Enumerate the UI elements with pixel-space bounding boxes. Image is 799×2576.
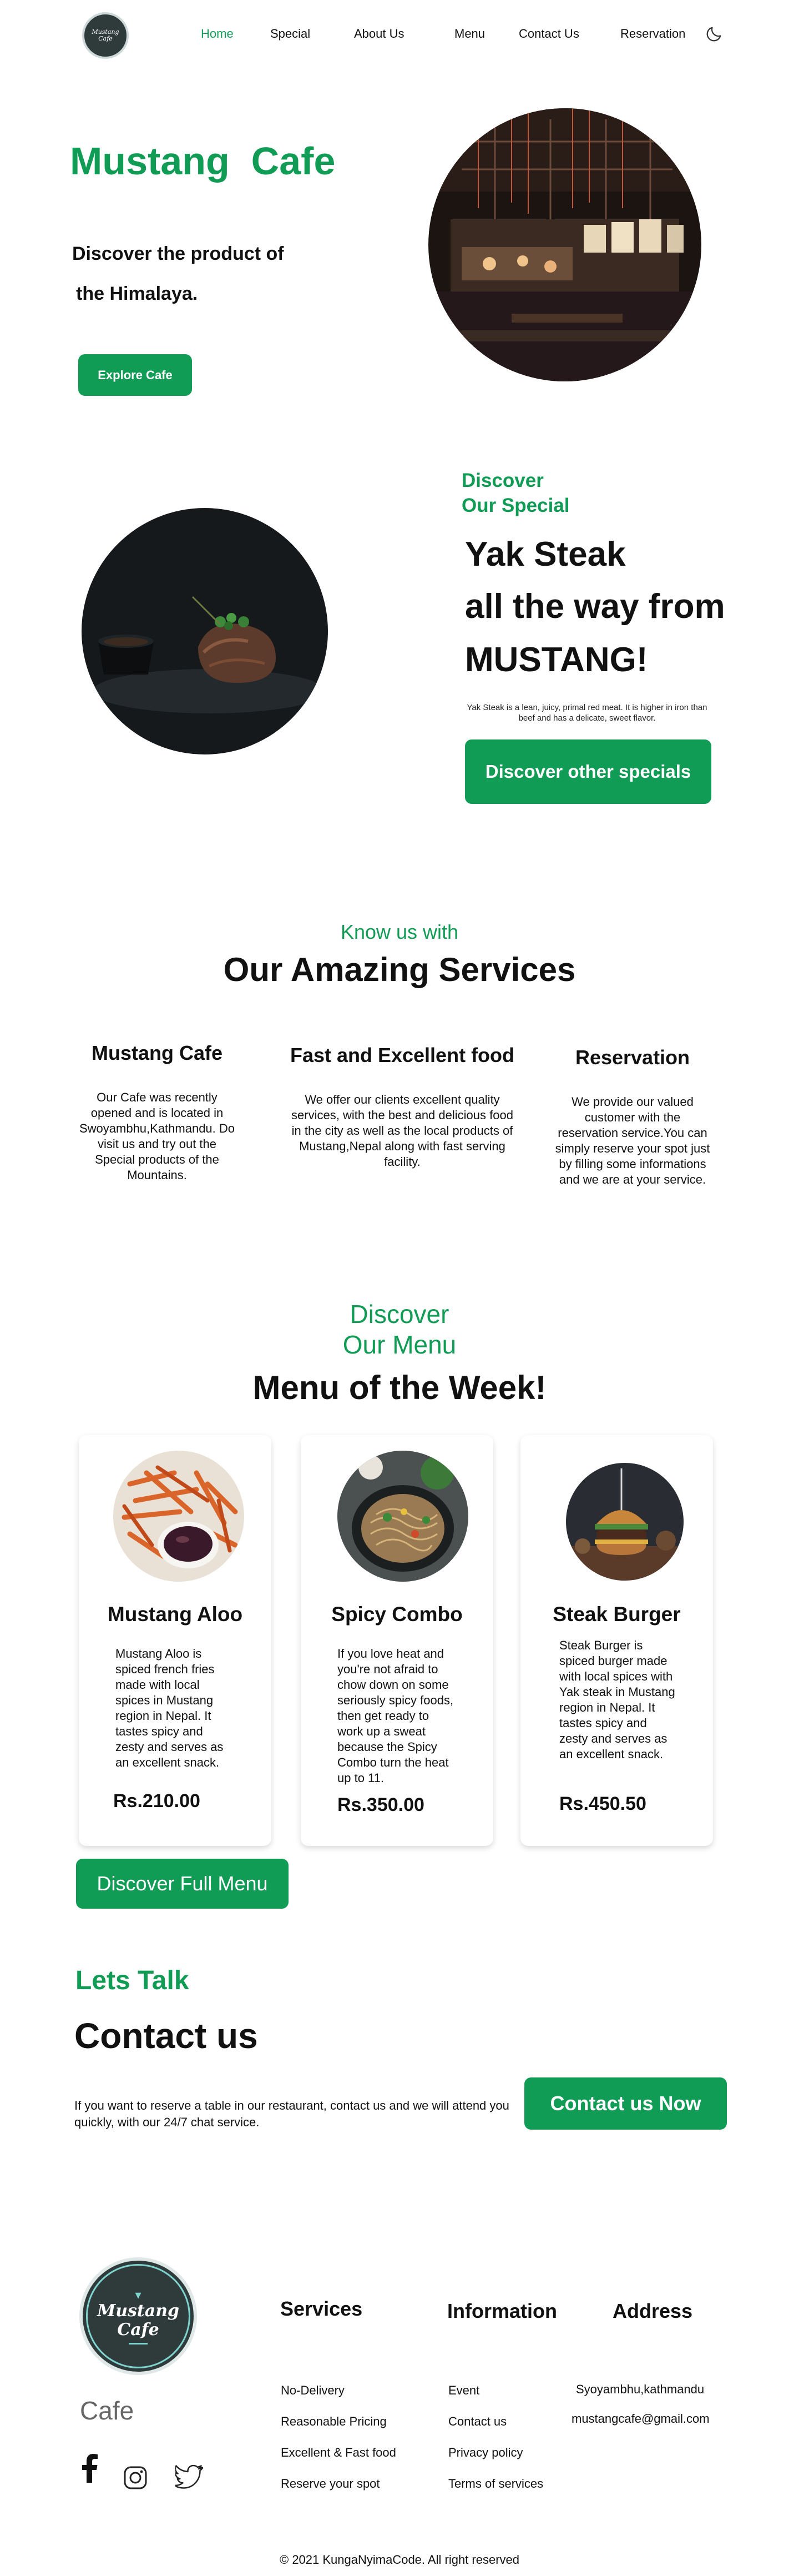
service-text: We offer our clients excellent quality s… [291, 1093, 513, 1169]
footer-link[interactable]: Excellent & Fast food [281, 2446, 396, 2460]
nav-menu[interactable]: Menu [454, 27, 485, 41]
discover-full-menu-button[interactable]: Discover Full Menu [76, 1859, 289, 1909]
special-title: Yak Steak [465, 535, 626, 573]
steak-burger-image [566, 1463, 684, 1581]
menu-item-name: Spicy Combo [331, 1603, 463, 1626]
menu-item-price: Rs.350.00 [337, 1794, 424, 1815]
nav-special[interactable]: Special [270, 27, 310, 41]
footer-address: Syoyambhu,kathmandu [576, 2382, 705, 2396]
footer-email[interactable]: mustangcafe@gmail.com [572, 2412, 710, 2426]
mustang-aloo-image [113, 1451, 244, 1582]
menu-title: Menu of the Week! [252, 1369, 547, 1406]
spicy-combo-image [337, 1451, 468, 1582]
menu-item-description: If you love heat and you're not afraid t… [337, 1647, 454, 1785]
nav-reservation[interactable]: Reservation [620, 27, 685, 41]
services-title: Our Amazing Services [223, 951, 576, 988]
menu-kicker-line: Our Menu [342, 1330, 457, 1359]
service-item: Mustang Cafe Our Cafe was recently opene… [77, 1042, 237, 1183]
menu-item-name: Steak Burger [553, 1603, 681, 1626]
menu-item-description: Steak Burger is spiced burger made with … [559, 1638, 675, 1761]
cafe-interior-image [428, 108, 701, 381]
ice-cream-icon: ▾ [135, 2287, 141, 2302]
service-title: Fast and Excellent food [290, 1044, 515, 1066]
service-title: Reservation [575, 1046, 690, 1069]
footer-link[interactable]: Reserve your spot [281, 2477, 380, 2491]
menu-item-price: Rs.450.50 [559, 1793, 646, 1814]
nav-home[interactable]: Home [201, 27, 234, 41]
nav-contact-us[interactable]: Contact Us [519, 27, 579, 41]
footer-brand: Cafe [80, 2396, 134, 2425]
hero-title: Mustang Cafe [70, 139, 336, 183]
special-kicker-line: Our Special [462, 495, 570, 516]
facebook-icon[interactable] [81, 2453, 98, 2483]
menu-kicker: Discover Our Menu [0, 1299, 799, 1360]
footer-link[interactable]: Reasonable Pricing [281, 2414, 387, 2429]
footer-link[interactable]: Terms of services [448, 2477, 543, 2491]
menu-card[interactable]: Steak Burger Steak Burger is spiced burg… [520, 1435, 713, 1846]
footer-link[interactable]: Event [448, 2383, 479, 2398]
footer-link[interactable]: Privacy policy [448, 2446, 523, 2460]
service-text: We provide our valued customer with the … [555, 1095, 710, 1186]
logo-text: Mustang [97, 2301, 179, 2321]
nav-logo[interactable]: Mustang Cafe [82, 12, 129, 59]
hero-subtitle: Discover the product of [72, 243, 284, 264]
footer-logo[interactable]: ▾ Mustang Cafe [79, 2257, 197, 2375]
twitter-icon[interactable] [175, 2465, 203, 2489]
moon-icon[interactable] [705, 24, 724, 43]
hero-subtitle: the Himalaya. [76, 283, 198, 304]
contact-title: Contact us [74, 2016, 258, 2056]
service-item: Fast and Excellent food We offer our cli… [289, 1044, 516, 1170]
service-title: Mustang Cafe [91, 1042, 223, 1064]
explore-cafe-button[interactable]: Explore Cafe [78, 354, 192, 396]
special-kicker-line: Discover [462, 470, 544, 491]
contact-kicker: Lets Talk [75, 1966, 189, 1995]
special-title: all the way from [465, 587, 725, 626]
logo-underline [129, 2342, 148, 2344]
footer-information-title: Information [447, 2300, 557, 2322]
instagram-icon[interactable] [123, 2466, 148, 2490]
service-text: Our Cafe was recently opened and is loca… [79, 1090, 235, 1182]
menu-card[interactable]: Mustang Aloo Mustang Aloo is spiced fren… [79, 1435, 271, 1846]
logo-text: Cafe [98, 35, 113, 42]
services-kicker: Know us with [340, 920, 459, 943]
special-description: Yak Steak is a lean, juicy, primal red m… [467, 703, 707, 723]
footer-address-title: Address [613, 2300, 693, 2322]
footer-services-title: Services [280, 2297, 363, 2320]
menu-item-description: Mustang Aloo is spiced french fries made… [115, 1647, 224, 1769]
discover-specials-button[interactable]: Discover other specials [465, 739, 711, 804]
footer-link[interactable]: Contact us [448, 2414, 507, 2429]
logo-text: Cafe [117, 2320, 159, 2339]
menu-item-name: Mustang Aloo [107, 1603, 243, 1626]
service-item: Reservation We provide our valued custom… [555, 1046, 710, 1188]
menu-item-price: Rs.210.00 [113, 1790, 200, 1812]
footer-link[interactable]: No-Delivery [281, 2383, 345, 2398]
nav-about-us[interactable]: About Us [354, 27, 404, 41]
menu-card[interactable]: Spicy Combo If you love heat and you're … [301, 1435, 493, 1846]
copyright: © 2021 KungaNyimaCode. All right reserve… [280, 2553, 519, 2567]
contact-description: If you want to reserve a table in our re… [74, 2099, 509, 2129]
special-title: MUSTANG! [465, 641, 648, 679]
contact-us-now-button[interactable]: Contact us Now [524, 2077, 727, 2130]
special-kicker: Discover Our Special [462, 468, 570, 518]
yak-steak-image [82, 508, 328, 754]
menu-kicker-line: Discover [350, 1300, 449, 1329]
